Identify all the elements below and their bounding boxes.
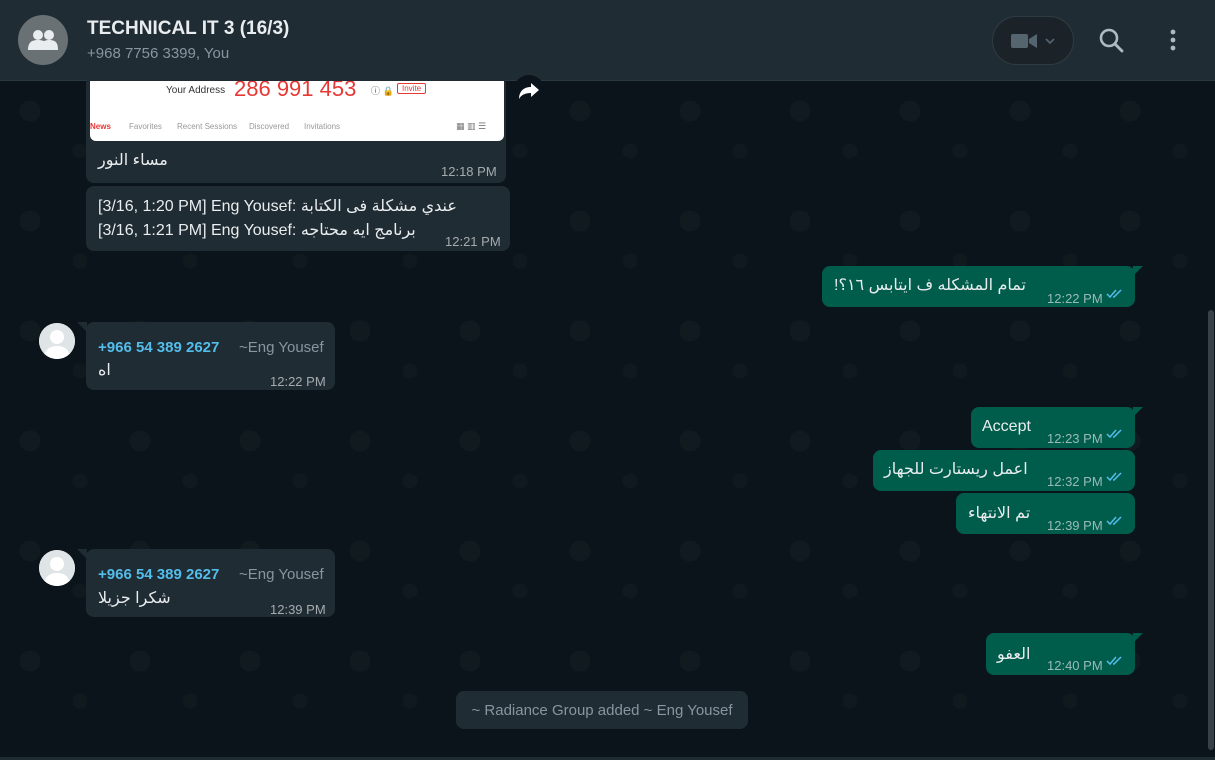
image-info-icons: ⓘ 🔒 (371, 86, 394, 96)
scrollbar[interactable] (1208, 310, 1214, 750)
message-text: شكرا جزيلا (98, 590, 171, 607)
message-time: 12:22 PM (270, 374, 326, 389)
message-text: تم الانتهاء (968, 505, 1031, 522)
search-button[interactable] (1099, 28, 1124, 58)
message-time: 12:21 PM (445, 234, 501, 249)
image-attachment[interactable]: Your Address 286 991 453 ⓘ 🔒 Invite News… (90, 81, 504, 141)
sender-phone[interactable]: +966 54 389 2627 (98, 336, 219, 359)
image-view-icons: ▦ ▥ ☰ (456, 121, 487, 131)
search-icon (1099, 28, 1124, 53)
message-text: مساء النور (98, 152, 168, 169)
message-text: اعمل ريستارت للجهاز (884, 461, 1028, 478)
image-tab-news: News (90, 122, 111, 131)
menu-button[interactable] (1169, 29, 1177, 56)
forward-button[interactable] (513, 75, 545, 107)
image-address-label: Your Address (166, 85, 226, 96)
message-bubble-outgoing[interactable]: Accept 12:23 PM (971, 407, 1135, 448)
message-text-line1: [3/16, 1:20 PM] Eng Yousef: عندي مشكلة ف… (98, 198, 457, 215)
message-text-line2: [3/16, 1:21 PM] Eng Yousef: برنامج ايه م… (98, 222, 416, 239)
double-check-icon (1106, 289, 1122, 299)
image-tab-recent: Recent Sessions (177, 122, 238, 131)
message-text: العفو (997, 646, 1031, 663)
chat-participants[interactable]: +968 7756 3399, You (87, 45, 229, 62)
bubble-tail (1133, 633, 1143, 643)
message-text: تمام المشكله ف ايتابس ١٦؟! (834, 277, 1026, 294)
video-call-button[interactable] (992, 16, 1074, 65)
group-avatar[interactable] (18, 15, 68, 65)
double-check-icon (1106, 516, 1122, 526)
message-time: 12:18 PM (441, 164, 497, 179)
message-time: 12:23 PM (1047, 431, 1103, 446)
message-time: 12:39 PM (1047, 518, 1103, 533)
message-bubble-outgoing[interactable]: اعمل ريستارت للجهاز 12:32 PM (873, 450, 1135, 491)
sender-name: ~Eng Yousef (239, 339, 324, 356)
message-time: 12:32 PM (1047, 474, 1103, 489)
message-bubble-incoming[interactable]: +966 54 389 2627 ~Eng Yousef شكرا جزيلا … (86, 549, 335, 617)
message-text: Accept (982, 418, 1031, 435)
bubble-tail (77, 549, 87, 559)
default-user-icon (39, 323, 75, 359)
message-bubble-incoming[interactable]: +966 54 389 2627 ~Eng Yousef اه 12:22 PM (86, 322, 335, 390)
sender-name: ~Eng Yousef (239, 566, 324, 583)
video-camera-icon (1011, 33, 1037, 48)
image-invite-button: Invite (397, 83, 427, 94)
chat-title[interactable]: TECHNICAL IT 3 (16/3) (87, 18, 289, 40)
message-bubble-incoming[interactable]: [3/16, 1:20 PM] Eng Yousef: عندي مشكلة ف… (86, 186, 510, 251)
bubble-tail (77, 322, 87, 332)
message-time: 12:39 PM (270, 602, 326, 617)
image-tab-discovered: Discovered (249, 122, 290, 131)
chat-header: TECHNICAL IT 3 (16/3) +968 7756 3399, Yo… (0, 0, 1215, 81)
double-check-icon (1106, 656, 1122, 666)
image-tab-favorites: Favorites (129, 122, 162, 131)
system-notification: ~ Radiance Group added ~ Eng Yousef (456, 691, 748, 729)
sender-avatar[interactable] (39, 323, 75, 359)
sender-phone[interactable]: +966 54 389 2627 (98, 563, 219, 586)
message-bubble-outgoing[interactable]: تم الانتهاء 12:39 PM (956, 493, 1135, 534)
forward-icon (519, 83, 539, 99)
message-time: 12:22 PM (1047, 291, 1103, 306)
kebab-menu-icon (1170, 29, 1176, 51)
sender-avatar[interactable] (39, 550, 75, 586)
message-bubble-outgoing[interactable]: تمام المشكله ف ايتابس ١٦؟! 12:22 PM (822, 266, 1135, 307)
message-time: 12:40 PM (1047, 658, 1103, 673)
message-bubble-outgoing[interactable]: العفو 12:40 PM (986, 633, 1135, 675)
chevron-down-icon (1045, 37, 1055, 44)
message-text: اه (98, 362, 111, 379)
image-address-number: 286 991 453 (234, 81, 357, 101)
double-check-icon (1106, 429, 1122, 439)
group-avatar-icon (28, 30, 58, 50)
bubble-tail (1133, 266, 1143, 276)
bubble-tail (1133, 407, 1143, 417)
double-check-icon (1106, 472, 1122, 482)
image-tab-invitations: Invitations (304, 122, 341, 131)
default-user-icon (39, 550, 75, 586)
